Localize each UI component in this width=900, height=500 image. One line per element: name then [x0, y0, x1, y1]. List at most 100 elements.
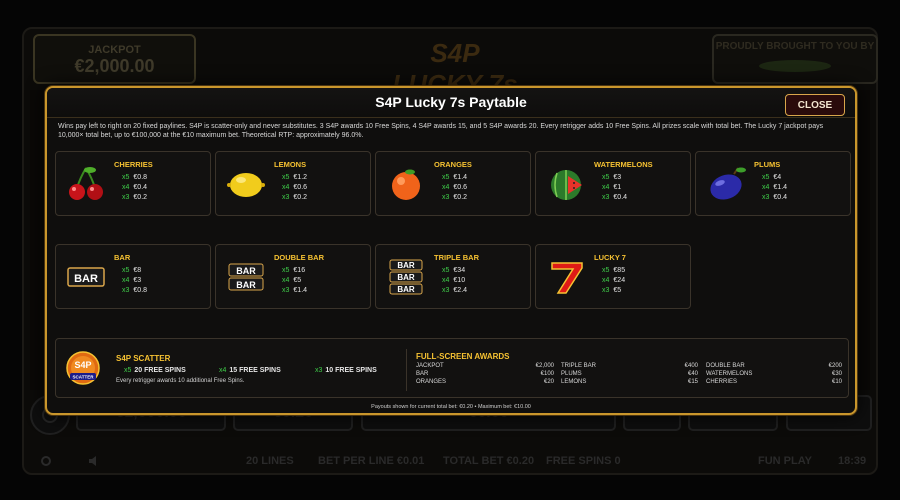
symbol-card-watermelons: WATERMELONS x5 €3 x4 €1 x3 €0.4: [535, 151, 691, 216]
svg-text:S4P: S4P: [74, 360, 91, 370]
pay-row: x4 €10: [442, 277, 466, 284]
modal-header: S4P Lucky 7s Paytable CLOSE: [47, 88, 855, 118]
jackpot-value: €2,000.00: [74, 56, 155, 76]
symbol-card-oranges: ORANGES x5 €1.4 x4 €0.6 x3 €0.2: [375, 151, 531, 216]
close-button[interactable]: CLOSE: [785, 94, 845, 116]
settings-gear-icon[interactable]: [40, 455, 52, 470]
free-spins-text: FREE SPINS 0: [546, 455, 621, 467]
full-screen-awards-title: FULL-SCREEN AWARDS: [416, 352, 510, 361]
watermelon-icon: [551, 170, 582, 200]
modal-title: S4P Lucky 7s Paytable: [375, 94, 527, 110]
pay-row: x3 €1.4: [282, 287, 308, 294]
symbol-card-lucky-7: LUCKY 7 x5 €85 x4 €24 x3 €5: [535, 244, 691, 309]
pay-row: x3 €0.2: [442, 194, 468, 201]
award-item: JACKPOT €2,000: [416, 363, 554, 369]
symbol-name: LEMONS: [274, 160, 307, 169]
pay-row: x3 €0.8: [122, 287, 148, 294]
pay-row: x5 €1.4: [442, 174, 468, 181]
scatter-note: Every retrigger awards 10 additional Fre…: [116, 378, 245, 384]
award-item: ORANGES €20: [416, 379, 554, 385]
scatter-icon: S4P SCATTER: [66, 351, 100, 385]
game-stage: JACKPOT €2,000.00 S4P LUCKY 7s PROUDLY B…: [0, 0, 900, 500]
sound-icon[interactable]: [88, 455, 100, 470]
symbol-name: DOUBLE BAR: [274, 253, 324, 262]
symbol-name: BAR: [114, 253, 131, 262]
sponsor-panel: PROUDLY BROUGHT TO YOU BY: [712, 34, 878, 84]
symbol-name: ORANGES: [434, 160, 472, 169]
symbol-card-lemons: LEMONS x5 €1.2 x4 €0.6 x3 €0.2: [215, 151, 371, 216]
bar-icon: BAR: [67, 267, 105, 287]
svg-text:SCATTER: SCATTER: [73, 375, 95, 380]
award-item: CHERRIES €10: [706, 379, 842, 385]
pay-row: x5 €3: [602, 174, 622, 181]
jackpot-panel: JACKPOT €2,000.00: [33, 34, 196, 84]
award-item: WATERMELONS €30: [706, 371, 842, 377]
scatter-title: S4P SCATTER: [116, 354, 171, 363]
symbol-card-plums: PLUMS x5 €4 x4 €1.4 x3 €0.4: [695, 151, 851, 216]
cherries-icon: [69, 167, 103, 200]
pay-row: x5 €34: [442, 267, 466, 274]
pay-row: x4 €0.6: [282, 184, 308, 191]
pay-row: x3 €0.4: [762, 194, 788, 201]
symbol-card-bar: BAR BAR x5 €8 x4 €3 x3 €0.8: [55, 244, 211, 309]
paytable-intro: Wins pay left to right on 20 fixed payli…: [58, 123, 824, 139]
svg-text:BAR: BAR: [397, 285, 415, 294]
svg-text:BAR: BAR: [236, 266, 256, 276]
paytable-modal: S4P Lucky 7s Paytable CLOSE Wins pay lef…: [45, 86, 857, 415]
pay-row: x5 €0.8: [122, 174, 148, 181]
pay-row: x5 €85: [602, 267, 626, 274]
symbol-name: PLUMS: [754, 160, 781, 169]
scatter-award: x5 20 FREE SPINS: [124, 367, 186, 374]
award-item: LEMONS €15: [561, 379, 698, 385]
pay-row: x4 €1: [602, 184, 622, 191]
pay-row: x4 €3: [122, 277, 142, 284]
symbol-card-triple-bar: BAR BAR BAR TRIPLE BAR x5 €34 x4 €10 x3 €2.…: [375, 244, 531, 309]
total-bet-text: TOTAL BET €0.20: [443, 455, 535, 467]
divider: [406, 349, 407, 391]
payout-footnote: Payouts shown for current total bet: €0.…: [371, 404, 531, 410]
svg-text:BAR: BAR: [236, 280, 256, 290]
plum-icon: [710, 167, 746, 200]
jackpot-label: JACKPOT: [88, 44, 141, 56]
pay-row: x5 €1.2: [282, 174, 308, 181]
lucky-seven-icon: [551, 262, 583, 294]
pay-row: x3 €0.4: [602, 194, 628, 201]
svg-text:BAR: BAR: [74, 273, 98, 285]
orange-icon: [392, 169, 420, 200]
symbol-name: LUCKY 7: [594, 253, 626, 262]
pay-row: x4 €0.6: [442, 184, 468, 191]
double-bar-icon: BAR BAR: [228, 263, 264, 291]
game-logo: S4P LUCKY 7s: [392, 38, 518, 99]
pay-row: x5 €4: [762, 174, 782, 181]
award-item: TRIPLE BAR €400: [561, 363, 698, 369]
pay-row: x3 €5: [602, 287, 622, 294]
symbol-name: TRIPLE BAR: [434, 253, 479, 262]
sponsor-text: PROUDLY BROUGHT TO YOU BY: [715, 41, 875, 52]
pay-row: x3 €2.4: [442, 287, 468, 294]
award-item: DOUBLE BAR €200: [706, 363, 842, 369]
award-item: BAR €100: [416, 371, 554, 377]
symbol-name: WATERMELONS: [594, 160, 653, 169]
pay-row: x3 €0.2: [282, 194, 308, 201]
status-bar: 20 LINES BET PER LINE €0.01 TOTAL BET €0…: [28, 447, 872, 473]
pay-row: x3 €0.2: [122, 194, 148, 201]
pay-row: x5 €8: [122, 267, 142, 274]
svg-text:BAR: BAR: [397, 273, 415, 282]
scatter-award: x3 10 FREE SPINS: [315, 367, 377, 374]
lemon-icon: [227, 173, 265, 197]
scatter-and-awards-panel: S4P SCATTER S4P SCATTER x5 20 FREE SPINS …: [55, 338, 849, 398]
triple-bar-icon: BAR BAR BAR: [389, 259, 423, 295]
sponsor-logo-icon: [714, 58, 876, 77]
svg-text:BAR: BAR: [397, 261, 415, 270]
symbol-name: CHERRIES: [114, 160, 153, 169]
symbol-card-cherries: CHERRIES x5 €0.8 x4 €0.4 x3 €0.2: [55, 151, 211, 216]
clock-text: 18:39: [838, 455, 867, 467]
lines-text: 20 LINES: [246, 455, 294, 467]
pay-row: x5 €16: [282, 267, 306, 274]
pay-row: x4 €1.4: [762, 184, 788, 191]
symbol-card-double-bar: BAR BAR DOUBLE BAR x5 €16 x4 €5 x3 €1.4: [215, 244, 371, 309]
award-item: PLUMS €40: [561, 371, 698, 377]
scatter-award: x4 15 FREE SPINS: [219, 367, 281, 374]
pay-row: x4 €24: [602, 277, 626, 284]
pay-row: x4 €5: [282, 277, 302, 284]
